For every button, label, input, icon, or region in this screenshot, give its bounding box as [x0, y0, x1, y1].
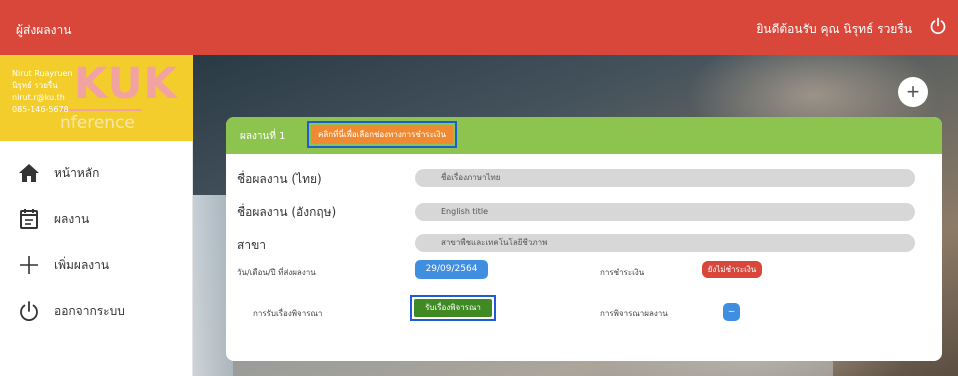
card-title: ผลงานที่ 1	[240, 131, 286, 142]
conference-logo-subtext: nference	[60, 113, 135, 133]
app-title: ผู้ส่งผลงาน	[16, 23, 72, 37]
plus-icon	[20, 256, 38, 274]
field-label-branch: สาขา	[237, 238, 267, 252]
main-content: + ผลงานที่ 1 คลิกที่นี่เพื่อเลือกช่องทาง…	[193, 55, 958, 376]
top-bar: ผู้ส่งผลงาน ยินดีต้อนรับ คุณ นิรุทธ์ รวย…	[0, 0, 958, 55]
field-label-title-en: ชื่อผลงาน (อังกฤษ)	[237, 205, 337, 219]
card-header: ผลงานที่ 1 คลิกที่นี่เพื่อเลือกช่องทางกา…	[226, 117, 942, 154]
sidebar-item-label: ออกจากระบบ	[54, 304, 125, 318]
dash-icon: –	[728, 306, 735, 317]
submit-date-badge: 29/09/2564	[415, 260, 488, 279]
welcome-text: ยินดีต้อนรับ คุณ นิรุทธ์ รวยรื่น	[756, 22, 912, 36]
user-email: nirut.r@ku.th	[12, 93, 65, 102]
sidebar-item-home[interactable]: หน้าหลัก	[0, 153, 193, 197]
field-value-branch: สาขาพืชและเทคโนโลยีชีวภาพ	[415, 234, 915, 252]
sidebar-item-works[interactable]: ผลงาน	[0, 199, 193, 243]
document-icon	[20, 209, 38, 229]
sidebar: KUK nference Nirut Ruayruen นิรุทธ์ รวยร…	[0, 55, 193, 376]
sidebar-item-add-work[interactable]: เพิ่มผลงาน	[0, 245, 193, 289]
user-name-th: นิรุทธ์ รวยรื่น	[12, 81, 58, 90]
sidebar-header: KUK nference Nirut Ruayruen นิรุทธ์ รวยร…	[0, 55, 193, 141]
acceptance-status-button[interactable]: รับเรื่องพิจารณา	[414, 299, 492, 317]
user-name-en: Nirut Ruayruen	[12, 69, 73, 78]
review-label: การพิจารณาผลงาน	[600, 309, 668, 318]
payment-label: การชำระเงิน	[600, 268, 645, 277]
pay-link-highlight: คลิกที่นี่เพื่อเลือกช่องทางการชำระเงิน	[307, 121, 458, 148]
review-status-button[interactable]: –	[723, 303, 740, 321]
payment-status-badge: ยังไม่ชำระเงิน	[702, 261, 762, 278]
user-phone: 085-146-5678	[12, 105, 69, 114]
work-card: ผลงานที่ 1 คลิกที่นี่เพื่อเลือกช่องทางกา…	[226, 117, 942, 361]
user-info: Nirut Ruayruen นิรุทธ์ รวยรื่น nirut.r@k…	[12, 68, 73, 116]
acceptance-label: การรับเรื่องพิจารณา	[253, 309, 323, 318]
home-icon	[19, 164, 39, 182]
field-value-title-th: ชื่อเรื่องภาษาไทย	[415, 169, 915, 187]
plus-icon: +	[906, 79, 920, 104]
field-value-title-en: English title	[415, 203, 915, 221]
sidebar-item-logout[interactable]: ออกจากระบบ	[0, 291, 193, 335]
payment-channel-button[interactable]: คลิกที่นี่เพื่อเลือกช่องทางการชำระเงิน	[311, 125, 454, 144]
acceptance-highlight: รับเรื่องพิจารณา	[410, 295, 496, 321]
sidebar-item-label: ผลงาน	[54, 212, 90, 226]
logout-power-icon[interactable]	[928, 16, 948, 36]
power-icon	[20, 301, 38, 322]
submit-date-label: วัน/เดือน/ปี ที่ส่งผลงาน	[237, 268, 316, 277]
add-work-button[interactable]: +	[898, 77, 928, 107]
sidebar-item-label: หน้าหลัก	[54, 166, 100, 180]
conference-logo-text: KUK	[74, 59, 178, 109]
field-label-title-th: ชื่อผลงาน (ไทย)	[237, 172, 322, 186]
sidebar-item-label: เพิ่มผลงาน	[54, 258, 110, 272]
